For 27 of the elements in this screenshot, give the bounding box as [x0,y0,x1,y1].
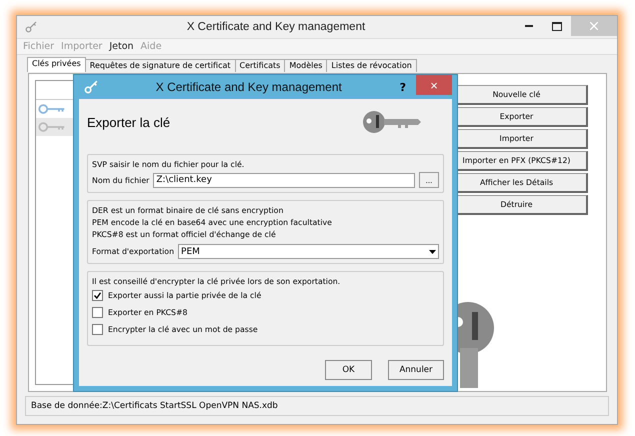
key-icon [362,110,422,134]
close-button[interactable]: × [416,75,452,95]
key-icon [84,80,98,94]
format-dropdown[interactable]: PEM [178,244,439,259]
tab[interactable]: Requêtes de signature de certificat [84,59,236,72]
dropdown-arrow-icon [429,250,436,254]
dropdown-value: PEM [181,246,200,256]
ok-button[interactable]: OK [325,360,372,380]
close-icon [590,22,598,30]
key-icon [25,21,37,33]
dialog-heading: Exporter la clé [87,114,170,130]
minimize-icon [525,25,533,27]
file-name-field[interactable]: Z:\client.key [153,172,415,188]
browse-button[interactable]: ... [419,172,439,188]
checkmark-icon [94,292,101,299]
tab[interactable]: Clés privées [27,57,86,72]
status-bar: Base de donnée:Z:\Certificats StartSSL OpenVPN NAS.xdb [25,396,609,416]
tab[interactable]: Listes de révocation [326,59,417,72]
window-title: X Certificate and Key management [186,21,366,33]
help-button[interactable]: ? [400,80,406,94]
dialog-title: X Certificate and Key management [154,80,343,94]
menu-item[interactable]: Jeton [109,41,134,52]
checkbox[interactable] [92,290,103,301]
checkbox[interactable] [92,324,103,335]
maximize-icon [552,22,562,30]
checkbox[interactable] [92,307,103,318]
cancel-button[interactable]: Annuler [388,360,444,380]
